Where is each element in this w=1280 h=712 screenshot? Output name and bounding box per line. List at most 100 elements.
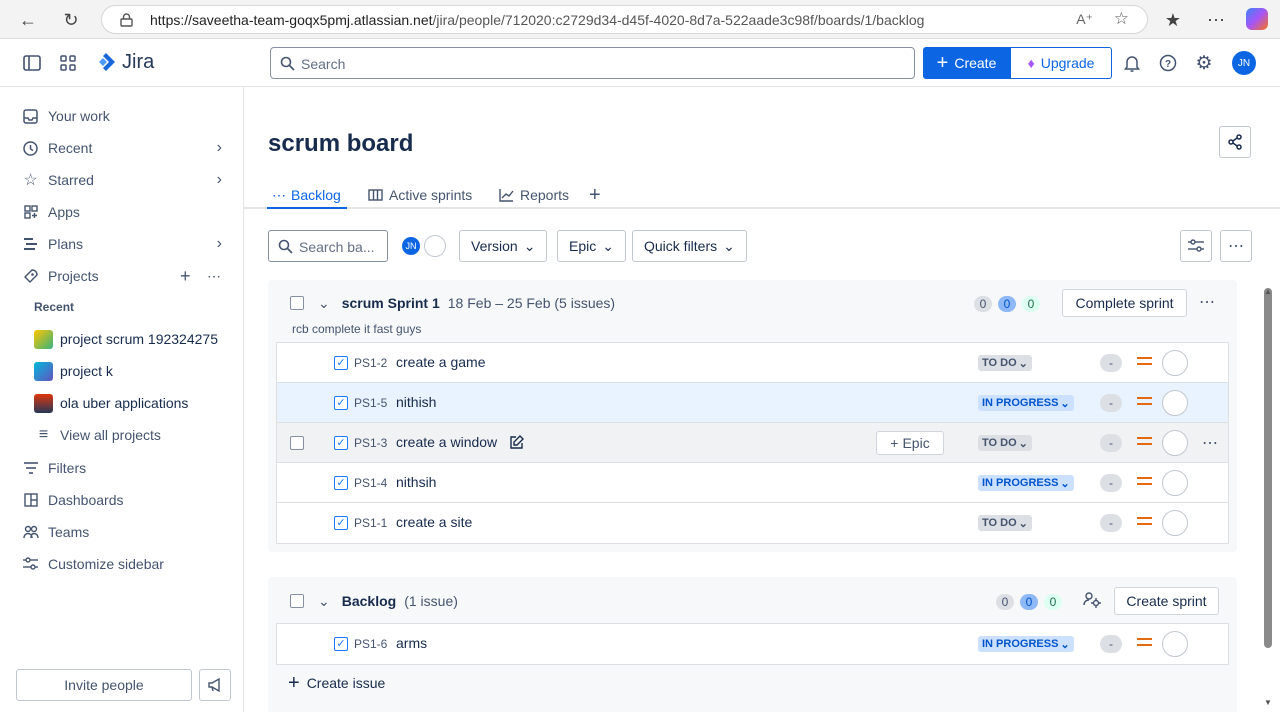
issue-key[interactable]: PS1-4 xyxy=(354,476,387,490)
estimate-badge[interactable]: - xyxy=(1100,394,1122,412)
help-icon[interactable]: ? xyxy=(1156,51,1180,75)
sidebar-item-starred[interactable]: ☆ Starred › xyxy=(22,168,222,192)
sprint-checkbox[interactable] xyxy=(290,296,304,310)
sidebar-item-customize[interactable]: Customize sidebar xyxy=(22,552,164,576)
estimate-badge[interactable]: - xyxy=(1100,354,1122,372)
assignee-avatar[interactable] xyxy=(1162,631,1188,657)
sidebar-item-filters[interactable]: Filters xyxy=(22,456,86,480)
tab-backlog[interactable]: ⋯ Backlog xyxy=(272,183,341,207)
scroll-up-icon[interactable]: ▲ xyxy=(1264,287,1272,296)
create-issue-button[interactable]: + Create issue xyxy=(288,673,385,693)
sidebar-item-plans[interactable]: Plans › xyxy=(22,232,222,256)
priority-medium-icon[interactable] xyxy=(1137,437,1152,447)
create-button[interactable]: + Create xyxy=(923,47,1010,79)
status-dropdown[interactable]: IN PROGRESS ⌄ xyxy=(978,636,1074,652)
assignee-avatar[interactable] xyxy=(1162,390,1188,416)
sidebar-item-teams[interactable]: Teams xyxy=(22,520,89,544)
project-item[interactable]: ola uber applications xyxy=(34,391,188,415)
unassigned-filter-avatar[interactable] xyxy=(424,235,446,257)
sidebar-item-apps[interactable]: Apps xyxy=(22,200,80,224)
priority-medium-icon[interactable] xyxy=(1137,477,1152,487)
issue-row[interactable]: ✓ PS1-5 nithish IN PROGRESS ⌄ - xyxy=(277,383,1228,423)
favorite-star-icon[interactable]: ☆ xyxy=(1114,9,1129,29)
issue-key[interactable]: PS1-6 xyxy=(354,637,387,651)
priority-medium-icon[interactable] xyxy=(1137,638,1152,648)
epic-filter[interactable]: Epic ⌄ xyxy=(557,230,626,262)
estimate-badge[interactable]: - xyxy=(1100,434,1122,452)
issue-row[interactable]: ✓ PS1-1 create a site TO DO ⌄ - xyxy=(277,503,1228,543)
jira-logo[interactable]: Jira xyxy=(95,51,154,74)
tab-reports[interactable]: Reports xyxy=(499,183,569,207)
sidebar-toggle-icon[interactable] xyxy=(20,51,44,75)
more-icon[interactable]: ⋯ xyxy=(207,268,221,285)
issue-key[interactable]: PS1-3 xyxy=(354,436,387,450)
read-aloud-icon[interactable]: A⁺ xyxy=(1076,11,1093,28)
chevron-down-icon[interactable]: ⌄ xyxy=(318,295,330,312)
add-project-icon[interactable]: + xyxy=(180,266,191,287)
view-all-projects[interactable]: ≡ View all projects xyxy=(34,423,161,447)
profile-avatar[interactable]: JN xyxy=(1232,51,1256,75)
share-button[interactable] xyxy=(1219,126,1251,158)
issue-checkbox[interactable] xyxy=(290,436,304,450)
backlog-settings-icon[interactable] xyxy=(1083,590,1101,611)
app-switcher-icon[interactable] xyxy=(56,51,80,75)
backlog-header[interactable]: ⌄ Backlog (1 issue) xyxy=(290,589,458,613)
reload-icon[interactable]: ↻ xyxy=(58,7,84,33)
address-bar[interactable]: https://saveetha-team-goqx5pmj.atlassian… xyxy=(101,5,1148,34)
scrollbar-thumb[interactable] xyxy=(1264,288,1272,648)
complete-sprint-button[interactable]: Complete sprint xyxy=(1062,289,1187,317)
issue-key[interactable]: PS1-1 xyxy=(354,516,387,530)
edit-pencil-icon[interactable] xyxy=(509,434,525,450)
status-dropdown[interactable]: IN PROGRESS ⌄ xyxy=(978,475,1074,491)
add-tab-icon[interactable]: + xyxy=(589,183,601,207)
issue-row[interactable]: ✓ PS1-4 nithsih IN PROGRESS ⌄ - xyxy=(277,463,1228,503)
backlog-search-input[interactable]: Search ba... xyxy=(268,230,388,262)
back-icon[interactable]: ← xyxy=(15,7,41,33)
backlog-checkbox[interactable] xyxy=(290,594,304,608)
tab-active-sprints[interactable]: Active sprints xyxy=(368,183,472,207)
issue-more-icon[interactable]: ⋯ xyxy=(1202,433,1218,453)
version-filter[interactable]: Version ⌄ xyxy=(459,230,548,262)
favorites-icon[interactable]: ★ xyxy=(1160,7,1186,33)
priority-medium-icon[interactable] xyxy=(1137,357,1152,367)
settings-gear-icon[interactable]: ⚙ xyxy=(1192,51,1216,75)
priority-medium-icon[interactable] xyxy=(1137,397,1152,407)
sidebar-item-dashboards[interactable]: Dashboards xyxy=(22,488,124,512)
status-dropdown[interactable]: TO DO ⌄ xyxy=(978,515,1032,531)
issue-key[interactable]: PS1-2 xyxy=(354,356,387,370)
assignee-avatar[interactable] xyxy=(1162,350,1188,376)
assignee-filter-avatar[interactable]: JN xyxy=(400,235,422,257)
add-epic-button[interactable]: + Epic xyxy=(876,431,944,455)
scroll-down-icon[interactable]: ▼ xyxy=(1264,698,1272,707)
assignee-avatar[interactable] xyxy=(1162,470,1188,496)
estimate-badge[interactable]: - xyxy=(1100,474,1122,492)
invite-people-button[interactable]: Invite people xyxy=(16,669,192,701)
priority-medium-icon[interactable] xyxy=(1137,517,1152,527)
sidebar-item-your-work[interactable]: Your work xyxy=(22,104,110,128)
upgrade-button[interactable]: ♦ Upgrade xyxy=(1010,47,1112,79)
view-settings-icon[interactable] xyxy=(1180,230,1212,262)
copilot-icon[interactable] xyxy=(1246,8,1268,30)
issue-key[interactable]: PS1-5 xyxy=(354,396,387,410)
issue-row[interactable]: ✓ PS1-6 arms IN PROGRESS ⌄ - xyxy=(277,624,1228,664)
sidebar-item-recent[interactable]: Recent › xyxy=(22,136,222,160)
assignee-avatar[interactable] xyxy=(1162,430,1188,456)
sidebar-item-projects[interactable]: Projects + ⋯ xyxy=(22,264,224,288)
more-icon[interactable]: ⋯ xyxy=(1220,230,1252,262)
chevron-down-icon[interactable]: ⌄ xyxy=(318,593,330,610)
create-sprint-button[interactable]: Create sprint xyxy=(1114,587,1219,615)
sprint-more-icon[interactable]: ⋯ xyxy=(1199,292,1215,312)
assignee-avatar[interactable] xyxy=(1162,510,1188,536)
estimate-badge[interactable]: - xyxy=(1100,514,1122,532)
issue-row[interactable]: ✓ PS1-2 create a game TO DO ⌄ - xyxy=(277,343,1228,383)
browser-menu-icon[interactable]: ⋯ xyxy=(1203,7,1229,33)
bell-icon[interactable] xyxy=(1120,51,1144,75)
status-dropdown[interactable]: TO DO ⌄ xyxy=(978,355,1032,371)
quick-filters[interactable]: Quick filters ⌄ xyxy=(632,230,747,262)
status-dropdown[interactable]: TO DO ⌄ xyxy=(978,435,1032,451)
status-dropdown[interactable]: IN PROGRESS ⌄ xyxy=(978,395,1074,411)
search-input[interactable]: Search xyxy=(270,47,915,79)
project-item[interactable]: project scrum 192324275 xyxy=(34,327,218,351)
project-item[interactable]: project k xyxy=(34,359,113,383)
estimate-badge[interactable]: - xyxy=(1100,635,1122,653)
